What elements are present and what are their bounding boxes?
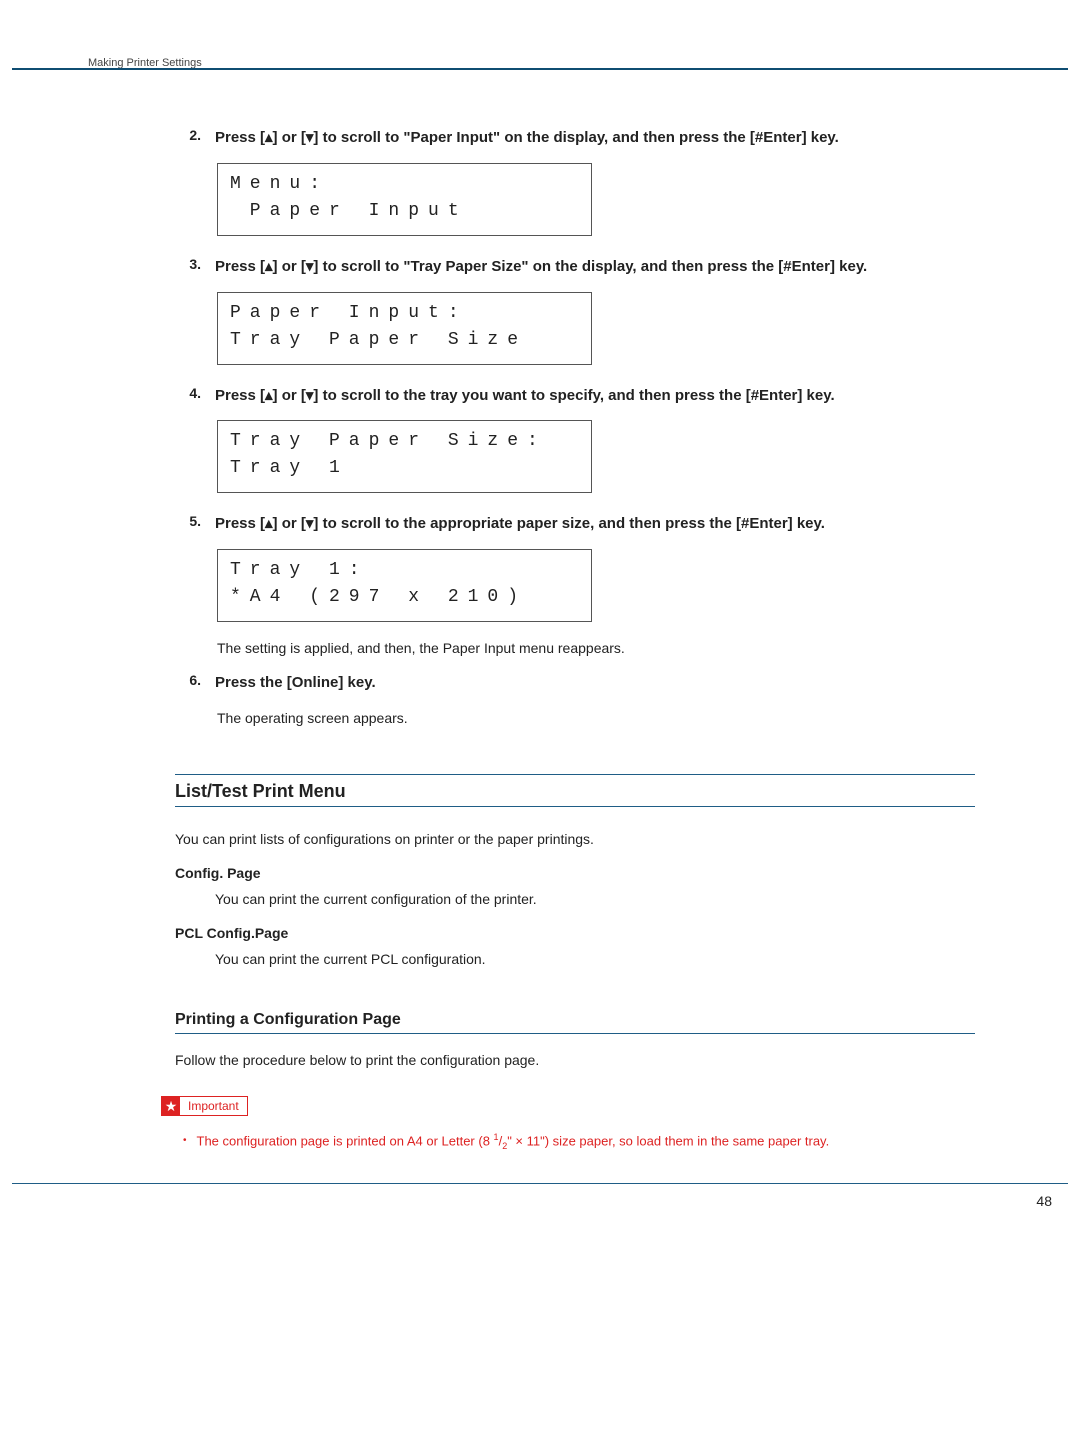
step-text: Press [▴] or [▾] to scroll to "Tray Pape… [215,254,867,278]
page-number: 48 [1036,1193,1052,1209]
important-tag: ★ Important [161,1096,248,1116]
page: Making Printer Settings 2 Press [▴] or [… [0,0,1080,1437]
step-6: 6 Press the [Online] key. [175,670,975,694]
important-label: Important [180,1099,247,1113]
star-icon: ★ [162,1097,180,1115]
step-text: Press [▴] or [▾] to scroll to the tray y… [215,383,835,407]
body-content: 2 Press [▴] or [▾] to scroll to "Paper I… [175,125,975,1151]
bullet-icon: • [183,1136,187,1146]
important-bullet: • The configuration page is printed on A… [183,1132,975,1151]
lcd-line: Tray Paper Size [230,327,579,354]
term-config-page: Config. Page [175,865,975,881]
footer-rule [12,1183,1068,1184]
step-5: 5 Press [▴] or [▾] to scroll to the appr… [175,511,975,535]
step-text: Press the [Online] key. [215,670,376,694]
lcd-line: Paper Input [230,198,579,225]
subsection-heading-printing-config-page: Printing a Configuration Page [175,1011,975,1034]
lcd-line: Tray Paper Size: [230,428,579,455]
lcd-display: Paper Input: Tray Paper Size [217,292,592,365]
term-pcl-config-page: PCL Config.Page [175,925,975,941]
lcd-display: Tray Paper Size: Tray 1 [217,420,592,493]
header-rule [12,68,1068,70]
step-3: 3 Press [▴] or [▾] to scroll to "Tray Pa… [175,254,975,278]
step-text: Press [▴] or [▾] to scroll to "Paper Inp… [215,125,839,149]
lcd-line: Paper Input: [230,300,579,327]
important-text-post: " × 11") size paper, so load them in the… [507,1133,829,1148]
step-2: 2 Press [▴] or [▾] to scroll to "Paper I… [175,125,975,149]
step-4: 4 Press [▴] or [▾] to scroll to the tray… [175,383,975,407]
lcd-display: Tray 1: *A4 (297 x 210) [217,549,592,622]
step-number: 4 [175,383,201,401]
step-number: 2 [175,125,201,143]
subsection-intro: Follow the procedure below to print the … [175,1052,975,1068]
step-number: 3 [175,254,201,272]
fraction-numerator: 1 [494,1132,499,1142]
section-heading-list-test-print: List/Test Print Menu [175,774,975,807]
step-text: Press [▴] or [▾] to scroll to the approp… [215,511,825,535]
section-intro: You can print lists of configurations on… [175,831,975,847]
lcd-line: *A4 (297 x 210) [230,584,579,611]
step-number: 6 [175,670,201,688]
lcd-line: Menu: [230,171,579,198]
lcd-line: Tray 1 [230,455,579,482]
important-text-pre: The configuration page is printed on A4 … [197,1133,494,1148]
term-desc: You can print the current configuration … [215,891,975,907]
step-result-note: The setting is applied, and then, the Pa… [217,640,975,656]
lcd-display: Menu: Paper Input [217,163,592,236]
lcd-line: Tray 1: [230,557,579,584]
step-number: 5 [175,511,201,529]
term-desc: You can print the current PCL configurat… [215,951,975,967]
step-result-note: The operating screen appears. [217,710,975,726]
important-bullet-text: The configuration page is printed on A4 … [197,1132,830,1151]
